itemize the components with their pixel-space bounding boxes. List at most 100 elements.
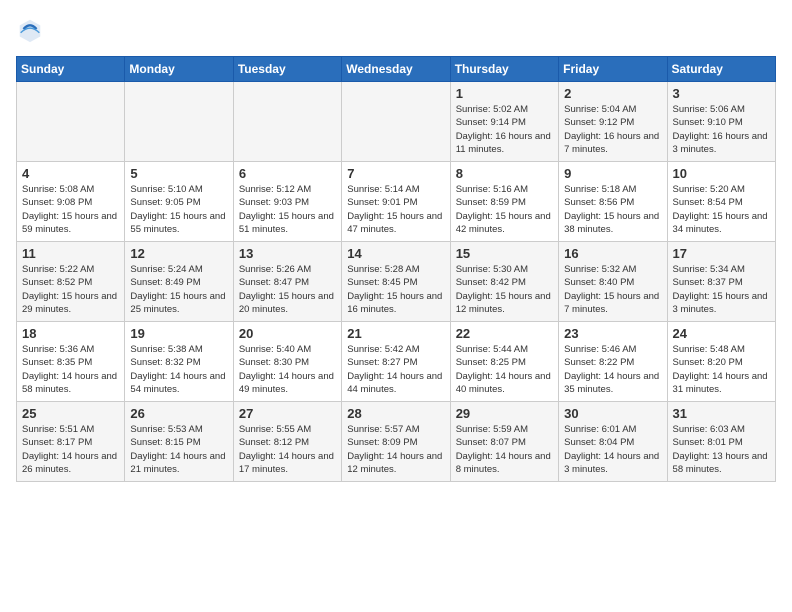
calendar-cell: 3 Sunrise: 5:06 AM Sunset: 9:10 PM Daylig… <box>667 82 775 162</box>
week-row-1: 1Sunrise: 5:02 AM Sunset: 9:14 PM Daylig… <box>17 82 776 162</box>
day-header-monday: Monday <box>125 57 233 82</box>
day-info: Sunrise: 5:53 AM Sunset: 8:15 PM Dayligh… <box>130 423 227 476</box>
calendar-cell <box>233 82 341 162</box>
calendar-cell: 19Sunrise: 5:38 AM Sunset: 8:32 PM Dayli… <box>125 322 233 402</box>
day-info: Sunrise: 5:36 AM Sunset: 8:35 PM Dayligh… <box>22 343 119 396</box>
calendar-cell: 18 Sunrise: 5:36 AM Sunset: 8:35 PM Dayli… <box>17 322 125 402</box>
day-header-tuesday: Tuesday <box>233 57 341 82</box>
day-info: Sunrise: 5:32 AM Sunset: 8:40 PM Dayligh… <box>564 263 661 316</box>
day-number: 22 <box>456 326 553 341</box>
week-row-4: 18 Sunrise: 5:36 AM Sunset: 8:35 PM Dayli… <box>17 322 776 402</box>
day-header-saturday: Saturday <box>667 57 775 82</box>
calendar-header-row: SundayMondayTuesdayWednesdayThursdayFrid… <box>17 57 776 82</box>
day-number: 6 <box>239 166 336 181</box>
day-info: Sunrise: 5:57 AM Sunset: 8:09 PM Dayligh… <box>347 423 444 476</box>
calendar-cell: 31 Sunrise: 6:03 AM Sunset: 8:01 PM Dayli… <box>667 402 775 482</box>
day-number: 2 <box>564 86 661 101</box>
day-info: Sunrise: 5:12 AM Sunset: 9:03 PM Dayligh… <box>239 183 336 236</box>
day-number: 26 <box>130 406 227 421</box>
day-number: 16 <box>564 246 661 261</box>
day-number: 12 <box>130 246 227 261</box>
day-info: Sunrise: 5:46 AM Sunset: 8:22 PM Dayligh… <box>564 343 661 396</box>
day-info: Sunrise: 5:28 AM Sunset: 8:45 PM Dayligh… <box>347 263 444 316</box>
logo-icon <box>16 16 44 44</box>
calendar-cell: 2 Sunrise: 5:04 AM Sunset: 9:12 PM Daylig… <box>559 82 667 162</box>
day-header-friday: Friday <box>559 57 667 82</box>
day-number: 23 <box>564 326 661 341</box>
calendar-cell: 13 Sunrise: 5:26 AM Sunset: 8:47 PM Dayli… <box>233 242 341 322</box>
calendar-cell <box>342 82 450 162</box>
day-number: 9 <box>564 166 661 181</box>
calendar-cell: 10 Sunrise: 5:20 AM Sunset: 8:54 PM Dayli… <box>667 162 775 242</box>
day-number: 10 <box>673 166 770 181</box>
logo <box>16 16 48 44</box>
day-info: Sunrise: 5:44 AM Sunset: 8:25 PM Dayligh… <box>456 343 553 396</box>
day-number: 15 <box>456 246 553 261</box>
calendar-cell: 7 Sunrise: 5:14 AM Sunset: 9:01 PM Daylig… <box>342 162 450 242</box>
calendar-cell: 25 Sunrise: 5:51 AM Sunset: 8:17 PM Dayli… <box>17 402 125 482</box>
day-info: Sunrise: 5:20 AM Sunset: 8:54 PM Dayligh… <box>673 183 770 236</box>
calendar-cell: 12 Sunrise: 5:24 AM Sunset: 8:49 PM Dayli… <box>125 242 233 322</box>
day-header-wednesday: Wednesday <box>342 57 450 82</box>
day-number: 28 <box>347 406 444 421</box>
day-info: Sunrise: 6:01 AM Sunset: 8:04 PM Dayligh… <box>564 423 661 476</box>
calendar-cell: 24 Sunrise: 5:48 AM Sunset: 8:20 PM Dayli… <box>667 322 775 402</box>
calendar-cell: 17Sunrise: 5:34 AM Sunset: 8:37 PM Dayli… <box>667 242 775 322</box>
calendar-cell <box>17 82 125 162</box>
day-info: Sunrise: 5:06 AM Sunset: 9:10 PM Dayligh… <box>673 103 770 156</box>
day-number: 14 <box>347 246 444 261</box>
day-info: Sunrise: 5:48 AM Sunset: 8:20 PM Dayligh… <box>673 343 770 396</box>
week-row-2: 4 Sunrise: 5:08 AM Sunset: 9:08 PM Daylig… <box>17 162 776 242</box>
week-row-3: 11Sunrise: 5:22 AM Sunset: 8:52 PM Dayli… <box>17 242 776 322</box>
day-info: Sunrise: 5:26 AM Sunset: 8:47 PM Dayligh… <box>239 263 336 316</box>
day-header-sunday: Sunday <box>17 57 125 82</box>
calendar-cell: 15Sunrise: 5:30 AM Sunset: 8:42 PM Dayli… <box>450 242 558 322</box>
calendar-cell: 26 Sunrise: 5:53 AM Sunset: 8:15 PM Dayli… <box>125 402 233 482</box>
day-header-thursday: Thursday <box>450 57 558 82</box>
day-info: Sunrise: 5:04 AM Sunset: 9:12 PM Dayligh… <box>564 103 661 156</box>
day-number: 30 <box>564 406 661 421</box>
day-number: 4 <box>22 166 119 181</box>
day-info: Sunrise: 5:42 AM Sunset: 8:27 PM Dayligh… <box>347 343 444 396</box>
day-number: 13 <box>239 246 336 261</box>
calendar-cell: 16 Sunrise: 5:32 AM Sunset: 8:40 PM Dayli… <box>559 242 667 322</box>
calendar-cell: 28 Sunrise: 5:57 AM Sunset: 8:09 PM Dayli… <box>342 402 450 482</box>
day-info: Sunrise: 5:40 AM Sunset: 8:30 PM Dayligh… <box>239 343 336 396</box>
calendar-cell: 5Sunrise: 5:10 AM Sunset: 9:05 PM Daylig… <box>125 162 233 242</box>
day-number: 1 <box>456 86 553 101</box>
day-number: 25 <box>22 406 119 421</box>
page-header <box>16 16 776 44</box>
day-number: 8 <box>456 166 553 181</box>
day-number: 21 <box>347 326 444 341</box>
day-info: Sunrise: 5:16 AM Sunset: 8:59 PM Dayligh… <box>456 183 553 236</box>
calendar-cell: 14 Sunrise: 5:28 AM Sunset: 8:45 PM Dayli… <box>342 242 450 322</box>
week-row-5: 25 Sunrise: 5:51 AM Sunset: 8:17 PM Dayli… <box>17 402 776 482</box>
day-info: Sunrise: 5:38 AM Sunset: 8:32 PM Dayligh… <box>130 343 227 396</box>
day-info: Sunrise: 5:22 AM Sunset: 8:52 PM Dayligh… <box>22 263 119 316</box>
calendar-cell: 20 Sunrise: 5:40 AM Sunset: 8:30 PM Dayli… <box>233 322 341 402</box>
calendar-cell: 9 Sunrise: 5:18 AM Sunset: 8:56 PM Daylig… <box>559 162 667 242</box>
day-number: 27 <box>239 406 336 421</box>
calendar-cell: 6 Sunrise: 5:12 AM Sunset: 9:03 PM Daylig… <box>233 162 341 242</box>
day-info: Sunrise: 5:14 AM Sunset: 9:01 PM Dayligh… <box>347 183 444 236</box>
calendar-cell: 23 Sunrise: 5:46 AM Sunset: 8:22 PM Dayli… <box>559 322 667 402</box>
day-number: 24 <box>673 326 770 341</box>
day-number: 18 <box>22 326 119 341</box>
day-info: Sunrise: 6:03 AM Sunset: 8:01 PM Dayligh… <box>673 423 770 476</box>
day-info: Sunrise: 5:08 AM Sunset: 9:08 PM Dayligh… <box>22 183 119 236</box>
day-number: 31 <box>673 406 770 421</box>
day-number: 3 <box>673 86 770 101</box>
day-number: 20 <box>239 326 336 341</box>
day-info: Sunrise: 5:24 AM Sunset: 8:49 PM Dayligh… <box>130 263 227 316</box>
day-info: Sunrise: 5:51 AM Sunset: 8:17 PM Dayligh… <box>22 423 119 476</box>
calendar-cell: 29 Sunrise: 5:59 AM Sunset: 8:07 PM Dayli… <box>450 402 558 482</box>
day-info: Sunrise: 5:18 AM Sunset: 8:56 PM Dayligh… <box>564 183 661 236</box>
day-number: 17 <box>673 246 770 261</box>
day-info: Sunrise: 5:10 AM Sunset: 9:05 PM Dayligh… <box>130 183 227 236</box>
day-number: 29 <box>456 406 553 421</box>
day-info: Sunrise: 5:59 AM Sunset: 8:07 PM Dayligh… <box>456 423 553 476</box>
day-number: 7 <box>347 166 444 181</box>
calendar-cell: 8 Sunrise: 5:16 AM Sunset: 8:59 PM Daylig… <box>450 162 558 242</box>
calendar-cell: 27Sunrise: 5:55 AM Sunset: 8:12 PM Dayli… <box>233 402 341 482</box>
calendar-cell: 11Sunrise: 5:22 AM Sunset: 8:52 PM Dayli… <box>17 242 125 322</box>
